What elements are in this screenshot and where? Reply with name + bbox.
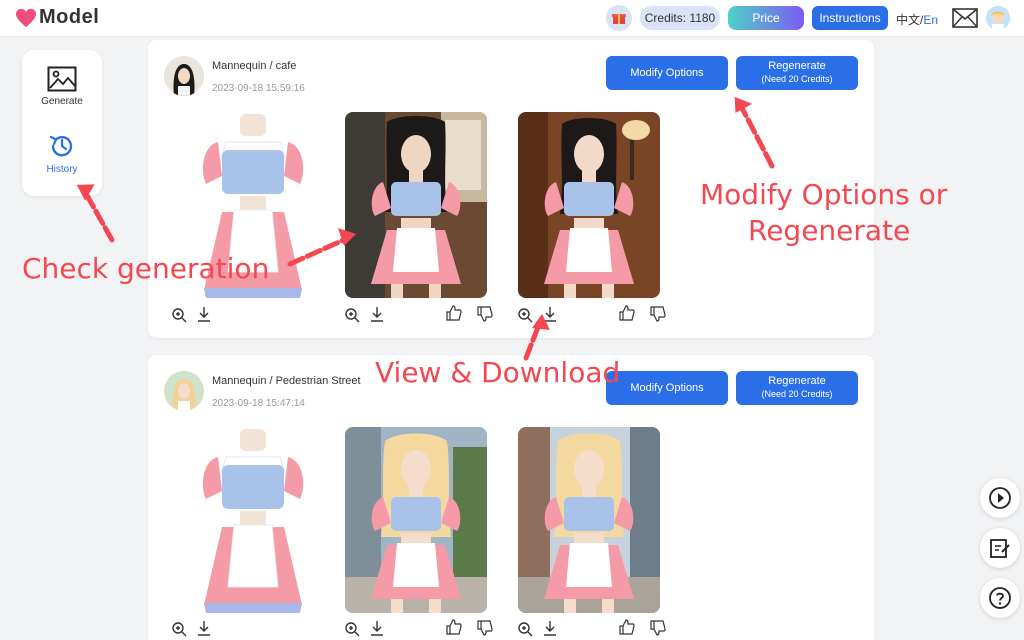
credits-badge: Credits: 1180 [640,6,720,30]
thumbs-down-icon[interactable] [477,306,493,322]
regenerate-button[interactable]: Regenerate (Need 20 Credits) [736,56,858,90]
zoom-in-icon[interactable] [171,307,187,323]
logo-text: Model [39,6,100,28]
question-icon [989,587,1011,609]
model-cafe-photo [345,112,487,298]
download-icon[interactable] [542,306,558,322]
top-header: Model Credits: 1180 Price Instructions 中… [0,0,1024,37]
history-icon [49,135,73,157]
annotation-modify-regenerate-line1: Modify Options or [700,178,948,211]
download-icon[interactable] [369,620,385,636]
edit-note-icon [990,539,1010,558]
portrait-thumbnail [164,56,204,96]
zoom-in-icon[interactable] [344,307,360,323]
help-button[interactable] [980,578,1020,618]
regenerate-label: Regenerate [768,375,826,387]
side-nav: Generate History [22,50,102,196]
model-cafe-photo [518,112,660,298]
modify-options-button[interactable]: Modify Options [606,56,728,90]
thumbs-down-icon[interactable] [650,620,666,636]
mail-icon[interactable] [952,8,978,28]
annotation-view-download: View & Download [375,356,621,389]
heart-icon [16,8,36,27]
generated-image[interactable] [518,427,660,613]
thumbs-up-icon[interactable] [446,305,462,321]
regenerate-button[interactable]: Regenerate (Need 20 Credits) [736,371,858,405]
download-icon[interactable] [542,620,558,636]
sidebar-item-label: Generate [41,96,83,107]
instructions-button[interactable]: Instructions [812,6,888,30]
generated-image[interactable] [345,112,487,298]
download-icon[interactable] [196,306,212,322]
mannequin-image[interactable] [182,427,324,613]
zoom-in-icon[interactable] [171,621,187,637]
gift-button[interactable] [606,5,632,31]
download-icon[interactable] [369,306,385,322]
zoom-in-icon[interactable] [344,621,360,637]
user-avatar[interactable] [986,6,1010,30]
regenerate-label: Regenerate [768,60,826,72]
sidebar-item-label: History [46,164,78,175]
thumbs-up-icon[interactable] [446,619,462,635]
user-avatar-icon [986,6,1010,30]
play-icon [989,487,1011,509]
thumbs-up-icon[interactable] [619,305,635,321]
arrow-history [81,187,115,243]
zoom-in-icon[interactable] [517,621,533,637]
feedback-button[interactable] [980,528,1020,568]
lang-zh[interactable]: 中文/ [896,13,923,27]
scene-avatar [164,371,204,411]
generated-image[interactable] [345,427,487,613]
model-street-photo [345,427,487,613]
thumbs-down-icon[interactable] [477,620,493,636]
annotation-check-generation: Check generation [22,252,270,285]
sidebar-item-history[interactable]: History [22,132,102,175]
play-video-button[interactable] [980,478,1020,518]
price-button[interactable]: Price [728,6,804,30]
sidebar-item-generate[interactable]: Generate [22,66,102,107]
regenerate-cost: (Need 20 Credits) [761,389,833,399]
thumbs-up-icon[interactable] [619,619,635,635]
mannequin-outfit-graphic [182,427,324,613]
card-timestamp: 2023-09-18 15:47:14 [212,398,305,409]
image-icon [47,66,77,92]
modify-options-button[interactable]: Modify Options [606,371,728,405]
card-title: Mannequin / Pedestrian Street [212,375,361,387]
annotation-modify-regenerate-line2: Regenerate [748,214,911,247]
zoom-in-icon[interactable] [517,307,533,323]
gift-icon [612,14,626,24]
regenerate-cost: (Need 20 Credits) [761,74,833,84]
generated-image[interactable] [518,112,660,298]
portrait-thumbnail [164,371,204,411]
language-switch[interactable]: 中文/En [896,11,938,28]
card-title: Mannequin / cafe [212,60,297,72]
history-card: Mannequin / Pedestrian Street 2023-09-18… [148,355,874,640]
card-timestamp: 2023-09-18 15:59:16 [212,83,305,94]
model-street-photo [518,427,660,613]
logo[interactable]: Model [15,6,99,29]
thumbs-down-icon[interactable] [650,306,666,322]
lang-en[interactable]: En [923,13,938,27]
download-icon[interactable] [196,620,212,636]
scene-avatar [164,56,204,96]
